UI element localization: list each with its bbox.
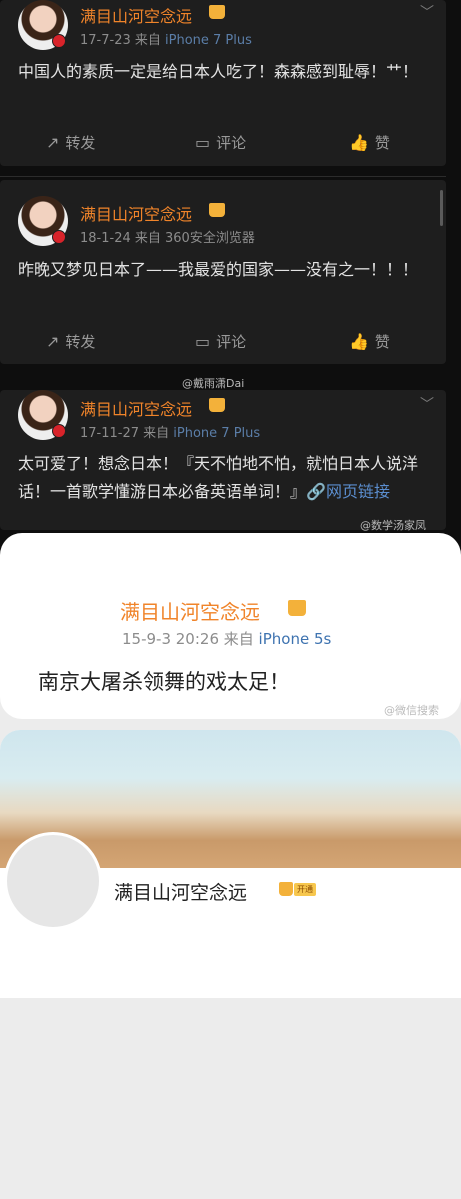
chevron-down-icon[interactable]: ﹀	[420, 394, 434, 414]
watermark: @数学汤家凤	[360, 519, 426, 532]
comment-icon: ▭	[195, 133, 211, 152]
post-text: 南京大屠杀领舞的戏太足！	[38, 670, 290, 694]
vip-badge[interactable]: 开通	[294, 883, 316, 896]
crown-icon	[209, 203, 225, 217]
post-text: 太可爱了！想念日本！『天不怕地不怕，就怕日本人说洋话！一首歌学懂游日本必备英语单…	[18, 454, 419, 501]
username[interactable]: 满目山河空念远	[80, 201, 192, 225]
username[interactable]: 满目山河空念远	[80, 396, 192, 420]
screenshot-post-card: 满目山河空念远 15-9-3 20:26 来自 iPhone 5s 南京大屠杀领…	[0, 533, 461, 719]
default-avatar-icon[interactable]	[4, 832, 102, 930]
post-meta: 18-1-24 来自 360安全浏览器	[80, 231, 255, 246]
profile-card: 满目山河空念远 开通	[0, 730, 461, 998]
post-text: 昨晚又梦见日本了——我最爱的国家——没有之一！！！	[18, 260, 419, 279]
crown-icon	[209, 5, 225, 19]
like-button[interactable]: 👍 赞	[349, 331, 390, 352]
verified-badge-icon	[52, 424, 66, 438]
post-text: 中国人的素质一定是给日本人吃了！森森感到耻辱！艹！	[18, 62, 419, 81]
like-button[interactable]: 👍 赞	[349, 132, 390, 153]
watermark: @微信搜索	[384, 704, 439, 717]
verified-badge-icon	[52, 230, 66, 244]
repost-icon: ↗	[46, 133, 60, 152]
post-meta: 17-11-27 来自 iPhone 7 Plus	[80, 426, 261, 441]
crown-icon	[209, 398, 225, 412]
comment-icon: ▭	[195, 332, 211, 351]
chevron-down-icon[interactable]: ﹀	[420, 2, 434, 22]
post-meta: 17-7-23 来自 iPhone 7 Plus	[80, 33, 252, 48]
crown-icon	[279, 882, 293, 896]
verified-badge-icon	[52, 34, 66, 48]
profile-name: 满目山河空念远	[114, 882, 248, 904]
thumbs-up-icon: 👍	[349, 133, 369, 152]
divider	[0, 176, 446, 177]
repost-button[interactable]: ↗ 转发	[46, 331, 95, 352]
username[interactable]: 满目山河空念远	[80, 3, 192, 27]
thumbs-up-icon: 👍	[349, 332, 369, 351]
username[interactable]: 满目山河空念远	[120, 596, 260, 625]
scrollbar[interactable]	[440, 190, 443, 226]
weibo-post-3: 满目山河空念远 17-11-27 来自 iPhone 7 Plus ﹀ 太可爱了…	[0, 390, 446, 530]
repost-icon: ↗	[46, 332, 60, 351]
link-icon: 🔗	[306, 482, 326, 501]
comment-button[interactable]: ▭ 评论	[195, 331, 246, 352]
web-link[interactable]: 网页链接	[326, 482, 390, 501]
weibo-post-1: 满目山河空念远 17-7-23 来自 iPhone 7 Plus ﹀ 中国人的素…	[0, 0, 446, 166]
watermark: @戴雨潇Dai	[182, 377, 245, 390]
comment-button[interactable]: ▭ 评论	[195, 132, 246, 153]
weibo-post-2: 满目山河空念远 18-1-24 来自 360安全浏览器 昨晚又梦见日本了——我最…	[0, 180, 446, 364]
repost-button[interactable]: ↗ 转发	[46, 132, 95, 153]
post-meta: 15-9-3 20:26 来自 iPhone 5s	[122, 630, 332, 648]
crown-icon	[288, 600, 306, 616]
